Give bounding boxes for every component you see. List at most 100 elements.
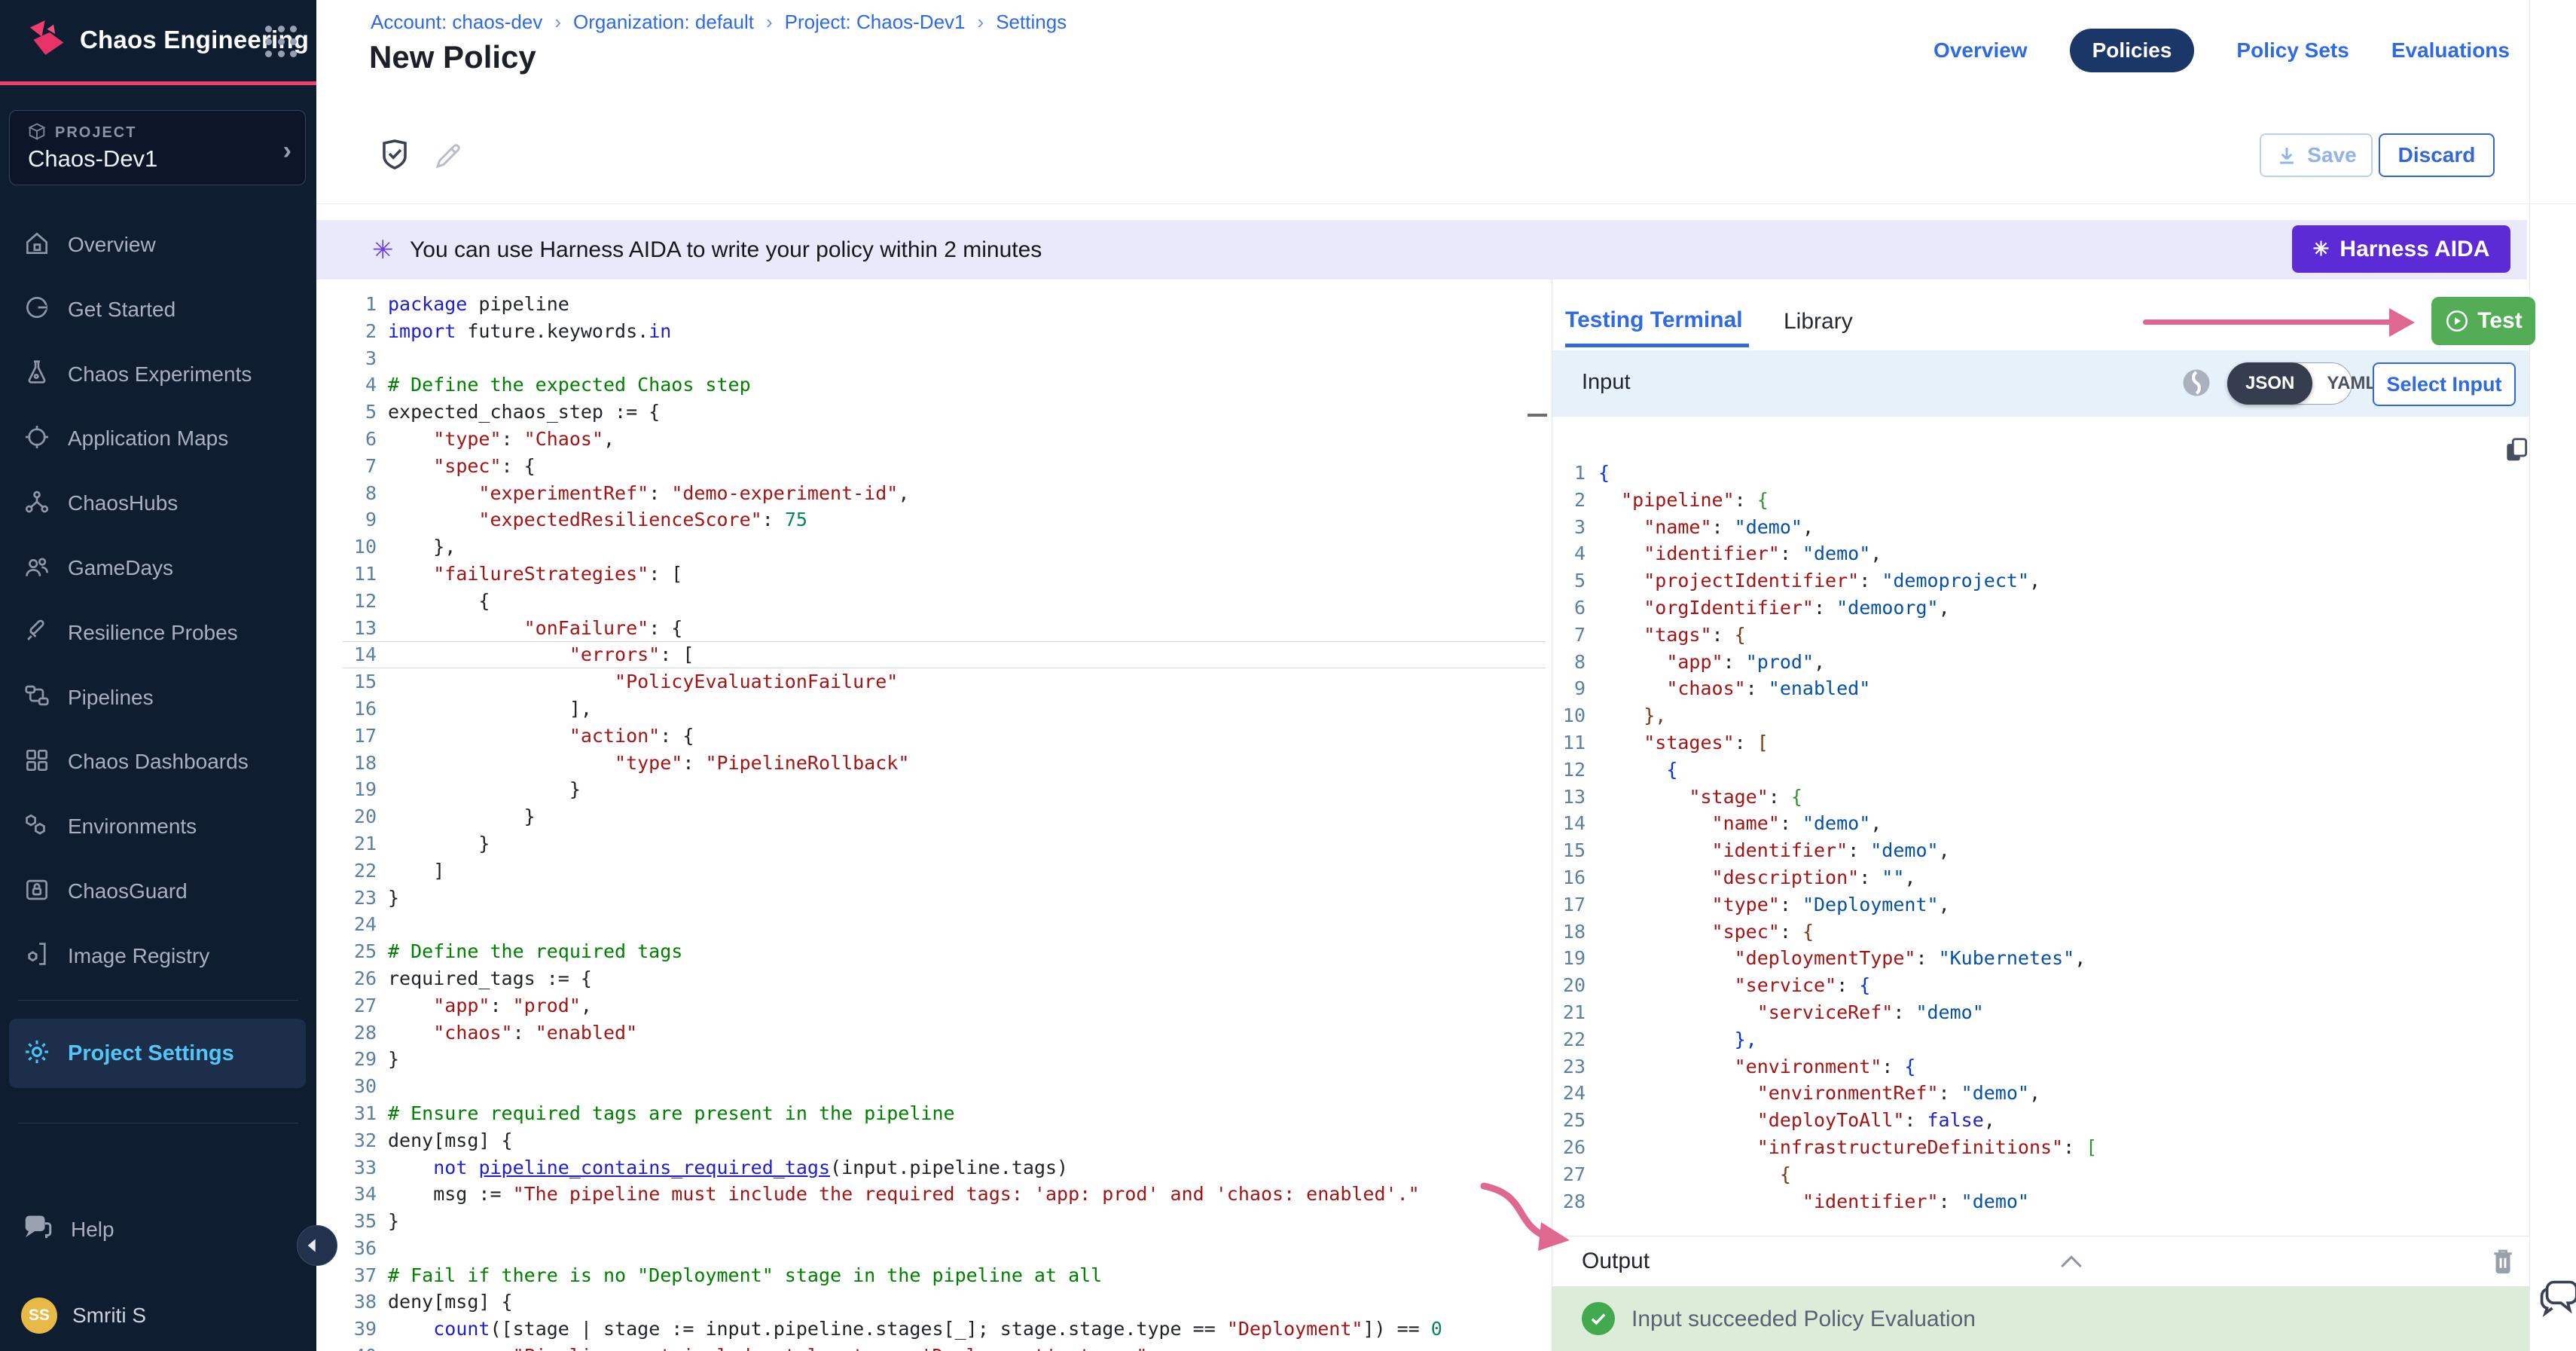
output-label: Output [1582,1249,1650,1274]
code-line: 11 "stages": [ [1552,729,2524,756]
sidebar-item-label: Overview [68,233,156,257]
success-check-icon [1582,1302,1615,1335]
user-name: Smriti S [72,1304,146,1328]
code-line: 7 "spec": { [316,453,1552,480]
code-line: 5 "projectIdentifier": "demoproject", [1552,567,2524,595]
code-line: 13 "stage": { [1552,784,2524,811]
chat-widget-icon[interactable] [2538,1275,2576,1321]
sidebar-item-label: Help [71,1218,114,1242]
code-line: 7 "tags": { [1552,622,2524,649]
code-line: 12 { [1552,756,2524,784]
code-line: 12 { [316,588,1552,615]
code-line: 23} [316,885,1552,912]
opa-logo-icon[interactable] [2181,367,2212,402]
sidebar-item-chaosguard[interactable]: ChaosGuard [0,859,316,924]
code-line: 29} [316,1046,1552,1073]
sidebar-item-overview[interactable]: Overview [0,212,316,277]
code-line: 28 "chaos": "enabled" [316,1019,1552,1047]
sidebar-item-environments[interactable]: Environments [0,794,316,859]
sidebar-item-image-registry[interactable]: Image Registry [0,924,316,989]
test-button[interactable]: Test [2431,297,2535,345]
breadcrumb-item[interactable]: Organization: default [573,11,754,34]
code-line: 34 msg := "The pipeline must include the… [316,1181,1552,1208]
sidebar: Chaos Engineering PROJECT Chaos-Dev1 › O… [0,0,316,1351]
save-button[interactable]: Save [2260,133,2373,177]
sidebar-divider [18,1000,298,1001]
code-line: 3 "name": "demo", [1552,514,2524,541]
code-line: 19 "deploymentType": "Kubernetes", [1552,945,2524,972]
sidebar-item-application-maps[interactable]: Application Maps [0,406,316,471]
sidebar-item-chaos-experiments[interactable]: Chaos Experiments [0,342,316,407]
sidebar-item-label: Image Registry [68,944,209,968]
breadcrumb-item[interactable]: Account: chaos-dev [371,11,542,34]
svg-text:?: ? [32,1218,38,1230]
sidebar-item-pipelines[interactable]: Pipelines [0,665,316,730]
chevron-up-icon[interactable] [2059,1252,2084,1275]
code-line: 24 [316,911,1552,938]
code-line: 17 "action": { [316,723,1552,750]
discard-button[interactable]: Discard [2379,133,2495,177]
tab-testing-terminal[interactable]: Testing Terminal [1565,307,1743,333]
project-selector[interactable]: PROJECT Chaos-Dev1 › [9,110,306,185]
sidebar-item-label: Application Maps [68,426,228,451]
sidebar-item-help[interactable]: ? Help [23,1212,114,1247]
project-label: PROJECT [55,124,136,142]
code-line: 10 }, [1552,702,2524,729]
harness-aida-button[interactable]: ✳ Harness AIDA [2292,225,2510,273]
tab-policies[interactable]: Policies [2070,29,2195,72]
shield-check-icon[interactable] [377,136,413,176]
breadcrumb-item[interactable]: Project: Chaos-Dev1 [785,11,966,34]
breadcrumb-separator: › [554,11,561,34]
pencil-icon[interactable] [432,140,464,176]
sidebar-item-chaoshubs[interactable]: ChaosHubs [0,471,316,536]
code-line: 6 "orgIdentifier": "demoorg", [1552,595,2524,622]
sidebar-item-project-settings[interactable]: Project Settings [9,1019,306,1088]
code-line: 27 { [1552,1161,2524,1188]
sidebar-item-label: Resilience Probes [68,621,238,645]
format-toggle: JSON YAML [2227,362,2352,405]
code-line: 20 } [316,803,1552,830]
code-line: 22 }, [1552,1026,2524,1053]
code-line: 16 ], [316,695,1552,723]
code-line: 39 count([stage | stage := input.pipelin… [316,1316,1552,1343]
code-line: 18 "spec": { [1552,918,2524,946]
sidebar-item-label: Get Started [68,298,175,322]
code-line: 22 ] [316,857,1552,885]
policy-code-editor[interactable]: 1package pipeline2import future.keywords… [316,291,1552,1351]
toggle-json[interactable]: JSON [2227,362,2312,405]
harness-chaos-logo-icon [26,17,68,63]
cube-icon [26,121,47,146]
code-line: 6 "type": "Chaos", [316,426,1552,453]
breadcrumb-item[interactable]: Settings [996,11,1067,34]
trash-icon[interactable] [2489,1247,2516,1279]
tab-policy-sets[interactable]: Policy Sets [2236,38,2349,63]
tab-evaluations[interactable]: Evaluations [2391,38,2510,63]
dashboard-icon [23,746,51,778]
sidebar-item-get-started[interactable]: Get Started [0,277,316,342]
input-section-header: Input JSON YAML Select Input [1552,350,2529,417]
code-line: 11 "failureStrategies": [ [316,561,1552,588]
output-section-header: Output [1552,1236,2529,1286]
code-line: 14 "name": "demo", [1552,810,2524,837]
input-json-editor[interactable]: 1{2 "pipeline": {3 "name": "demo",4 "ide… [1552,460,2524,1215]
code-line: 15 "identifier": "demo", [1552,837,2524,864]
gear-icon [23,1038,51,1070]
apps-grid-icon[interactable] [265,26,298,59]
output-success-banner: Input succeeded Policy Evaluation [1552,1286,2529,1351]
sidebar-item-gamedays[interactable]: GameDays [0,536,316,601]
tab-overview[interactable]: Overview [1934,38,2028,63]
sidebar-user[interactable]: SS Smriti S [21,1298,146,1334]
select-input-button[interactable]: Select Input [2373,362,2516,406]
code-line: 25# Define the required tags [316,938,1552,965]
target-icon [23,423,51,455]
sidebar-item-chaos-dashboards[interactable]: Chaos Dashboards [0,729,316,794]
sidebar-item-resilience-probes[interactable]: Resilience Probes [0,601,316,665]
code-line: 18 "type": "PipelineRollback" [316,750,1552,777]
code-line: 23 "environment": { [1552,1053,2524,1080]
tab-library[interactable]: Library [1784,309,1853,335]
code-line: 4# Define the expected Chaos step [316,371,1552,399]
code-line: 36 [316,1235,1552,1262]
sidebar-item-label: Project Settings [68,1041,234,1066]
page-title: New Policy [369,39,536,75]
output-message: Input succeeded Policy Evaluation [1631,1307,1976,1332]
